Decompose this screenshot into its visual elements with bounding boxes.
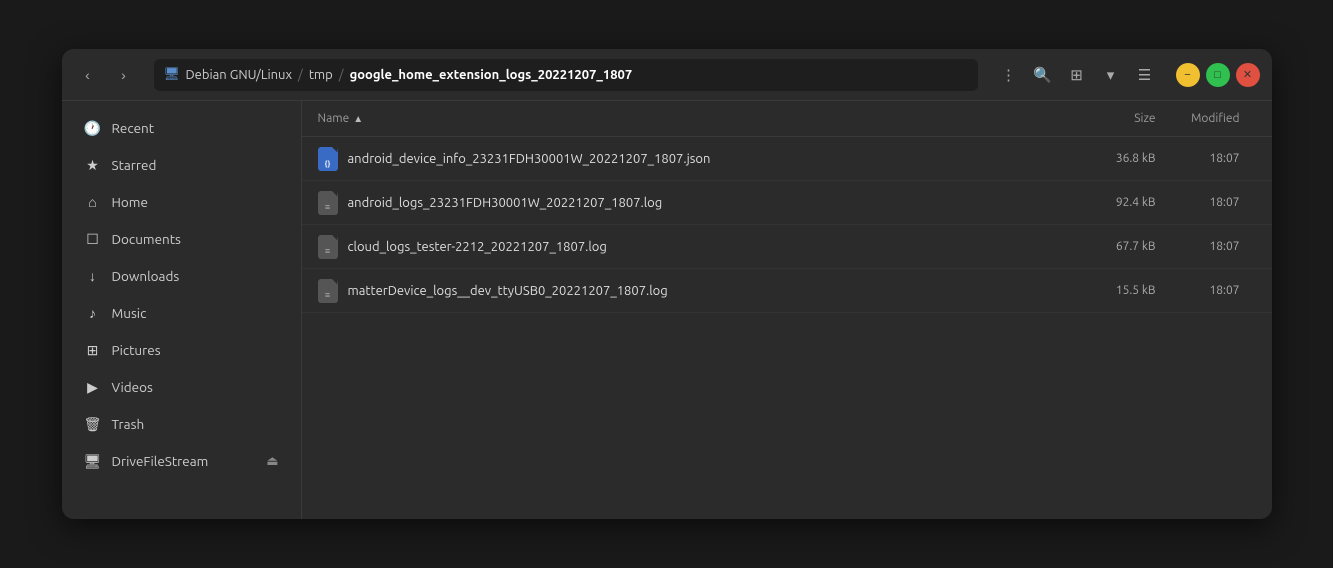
path-bar[interactable]: 🖥 Debian GNU/Linux / tmp / google_home_e…	[154, 59, 978, 91]
path-segment-tmp: tmp	[309, 68, 333, 82]
sidebar-item-trash[interactable]: 🗑 Trash	[68, 406, 295, 442]
path-sep-2: /	[339, 68, 344, 82]
sidebar-item-music[interactable]: ♪ Music	[68, 295, 295, 331]
sidebar-item-pictures[interactable]: ⊞ Pictures	[68, 332, 295, 368]
sidebar-label-videos: Videos	[112, 379, 279, 395]
more-options-button[interactable]: ⋮	[994, 60, 1024, 90]
home-icon: ⌂	[84, 194, 102, 210]
file-icon-wrap	[318, 235, 348, 259]
table-row[interactable]: android_device_info_23231FDH30001W_20221…	[302, 137, 1272, 181]
sort-arrow-icon: ▲	[353, 113, 363, 125]
sidebar-label-music: Music	[112, 305, 279, 321]
documents-icon: ☐	[84, 231, 102, 248]
col-name-label: Name	[318, 112, 350, 125]
restore-button[interactable]: □	[1206, 63, 1230, 87]
file-size: 92.4 kB	[1056, 196, 1156, 209]
os-icon: 🖥	[164, 67, 180, 83]
path-segment-os: Debian GNU/Linux	[186, 68, 293, 82]
file-icon-wrap	[318, 191, 348, 215]
minimize-button[interactable]: −	[1176, 63, 1200, 87]
videos-icon: ▶	[84, 379, 102, 396]
trash-icon: 🗑	[84, 416, 102, 433]
file-modified: 18:07	[1156, 196, 1256, 209]
file-name: android_logs_23231FDH30001W_20221207_180…	[348, 196, 1056, 210]
sidebar-item-starred[interactable]: ★ Starred	[68, 147, 295, 183]
music-icon: ♪	[84, 305, 102, 321]
file-modified: 18:07	[1156, 240, 1256, 253]
sidebar-item-home[interactable]: ⌂ Home	[68, 184, 295, 220]
file-list-header: Name ▲ Size Modified	[302, 101, 1272, 137]
starred-icon: ★	[84, 157, 102, 174]
col-modified-header[interactable]: Modified	[1156, 112, 1256, 125]
sidebar-item-recent[interactable]: 🕐 Recent	[68, 110, 295, 146]
sidebar-item-drivefilestream[interactable]: 🖥 DriveFileStream ⏏	[68, 443, 295, 479]
file-manager-window: ‹ › 🖥 Debian GNU/Linux / tmp / google_ho…	[62, 49, 1272, 519]
table-row[interactable]: matterDevice_logs__dev_ttyUSB0_20221207_…	[302, 269, 1272, 313]
sidebar-label-documents: Documents	[112, 231, 279, 247]
sidebar: 🕐 Recent ★ Starred ⌂ Home ☐ Documents ↓ …	[62, 101, 302, 519]
file-size: 67.7 kB	[1056, 240, 1156, 253]
sidebar-label-starred: Starred	[112, 157, 279, 173]
nav-back-button[interactable]: ‹	[74, 61, 102, 89]
file-name: cloud_logs_tester-2212_20221207_1807.log	[348, 240, 1056, 254]
sidebar-item-documents[interactable]: ☐ Documents	[68, 221, 295, 257]
sidebar-label-downloads: Downloads	[112, 268, 279, 284]
sidebar-item-downloads[interactable]: ↓ Downloads	[68, 258, 295, 294]
nav-forward-button[interactable]: ›	[110, 61, 138, 89]
downloads-icon: ↓	[84, 268, 102, 284]
sidebar-label-recent: Recent	[112, 120, 279, 136]
sidebar-label-home: Home	[112, 194, 279, 210]
titlebar-actions: ⋮ 🔍 ⊞ ▾ ☰	[994, 60, 1160, 90]
drivefilestream-icon: 🖥	[84, 453, 102, 470]
recent-icon: 🕐	[84, 120, 102, 137]
sidebar-label-drivefilestream: DriveFileStream	[112, 453, 257, 469]
view-toggle-button[interactable]: ▾	[1096, 60, 1126, 90]
file-icon-wrap	[318, 279, 348, 303]
file-size: 36.8 kB	[1056, 152, 1156, 165]
log-file-icon	[318, 279, 338, 303]
sidebar-label-pictures: Pictures	[112, 342, 279, 358]
table-row[interactable]: android_logs_23231FDH30001W_20221207_180…	[302, 181, 1272, 225]
file-size: 15.5 kB	[1056, 284, 1156, 297]
search-button[interactable]: 🔍	[1028, 60, 1058, 90]
window-body: 🕐 Recent ★ Starred ⌂ Home ☐ Documents ↓ …	[62, 101, 1272, 519]
path-sep-1: /	[298, 68, 303, 82]
file-name: matterDevice_logs__dev_ttyUSB0_20221207_…	[348, 284, 1056, 298]
file-modified: 18:07	[1156, 152, 1256, 165]
col-size-header[interactable]: Size	[1056, 112, 1156, 125]
pictures-icon: ⊞	[84, 342, 102, 359]
col-name-header[interactable]: Name ▲	[318, 112, 1056, 125]
log-file-icon	[318, 191, 338, 215]
view-grid-button[interactable]: ⊞	[1062, 60, 1092, 90]
file-modified: 18:07	[1156, 284, 1256, 297]
file-list: Name ▲ Size Modified android_device_info…	[302, 101, 1272, 519]
close-button[interactable]: ✕	[1236, 63, 1260, 87]
file-name: android_device_info_23231FDH30001W_20221…	[348, 152, 1056, 166]
json-file-icon	[318, 147, 338, 171]
file-icon-wrap	[318, 147, 348, 171]
sidebar-item-videos[interactable]: ▶ Videos	[68, 369, 295, 405]
titlebar: ‹ › 🖥 Debian GNU/Linux / tmp / google_ho…	[62, 49, 1272, 101]
eject-icon[interactable]: ⏏	[266, 454, 278, 469]
path-segment-current: google_home_extension_logs_20221207_1807	[350, 68, 633, 82]
view-list-button[interactable]: ☰	[1130, 60, 1160, 90]
log-file-icon	[318, 235, 338, 259]
window-controls: − □ ✕	[1176, 63, 1260, 87]
sidebar-label-trash: Trash	[112, 416, 279, 432]
table-row[interactable]: cloud_logs_tester-2212_20221207_1807.log…	[302, 225, 1272, 269]
